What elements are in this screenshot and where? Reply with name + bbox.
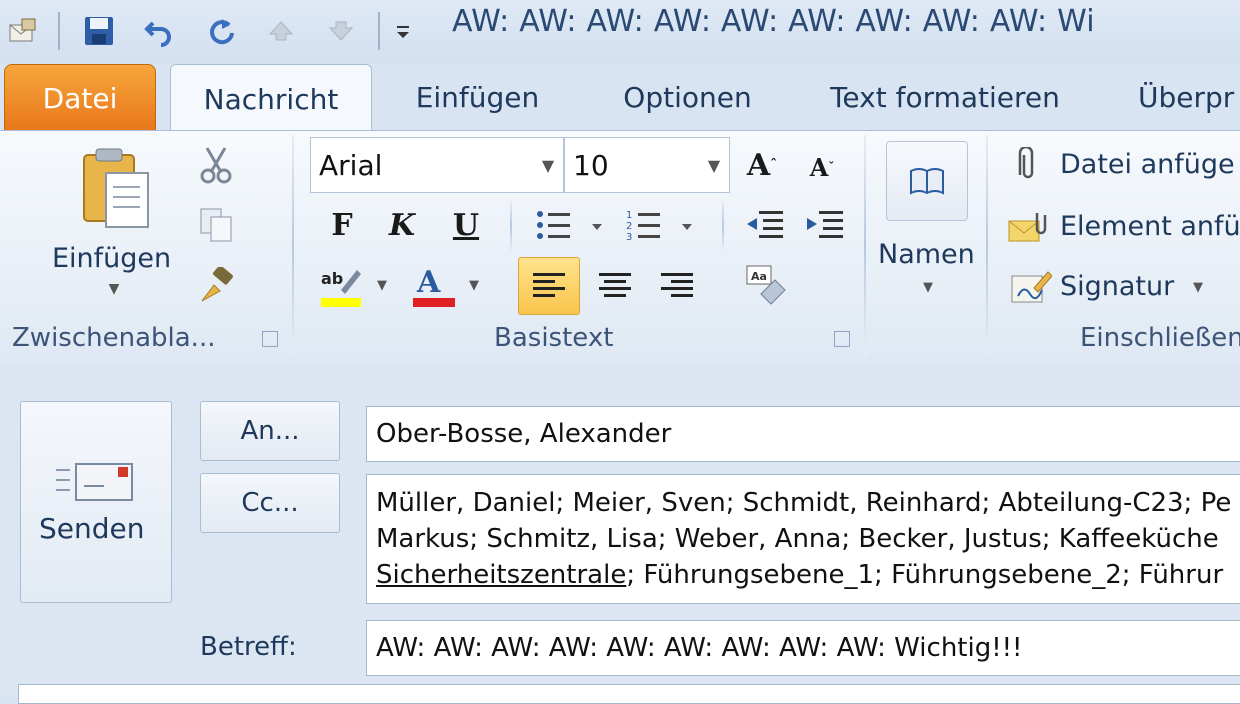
clipboard-group-label: Zwischenabla... <box>12 323 216 353</box>
attach-item-icon[interactable] <box>1006 207 1052 247</box>
send-icon <box>53 458 139 508</box>
cc-recipients-line: Sicherheitszentrale; Führungsebene_1; Fü… <box>376 557 1240 593</box>
to-button[interactable]: An... <box>200 401 340 461</box>
signature-button[interactable]: Signatur <box>1060 271 1174 302</box>
tab-datei[interactable]: Datei <box>4 64 156 132</box>
align-left-button[interactable] <box>518 257 580 315</box>
basic-text-launcher-icon[interactable] <box>834 331 850 347</box>
chevron-down-icon[interactable]: ▼ <box>464 275 484 295</box>
paste-icon[interactable] <box>76 143 156 233</box>
font-name-value: Arial <box>319 148 383 182</box>
svg-text:1: 1 <box>626 210 632 221</box>
title-bar: AW: AW: AW: AW: AW: AW: AW: AW: AW: Wi <box>0 0 1240 64</box>
svg-text:Aa: Aa <box>751 270 767 283</box>
paperclip-icon[interactable] <box>1010 145 1046 185</box>
tab-einfuegen[interactable]: Einfügen <box>395 64 560 130</box>
cc-recipients-line: Markus; Schmitz, Lisa; Weber, Anna; Beck… <box>376 524 1219 554</box>
next-icon[interactable] <box>324 14 358 48</box>
font-color-icon[interactable]: A <box>406 261 460 311</box>
paste-button-label[interactable]: Einfügen <box>52 243 171 274</box>
bold-button[interactable]: F <box>320 203 364 247</box>
cc-recipients-line: Müller, Daniel; Meier, Sven; Schmidt, Re… <box>376 488 1232 518</box>
subject-value: AW: AW: AW: AW: AW: AW: AW: AW: AW: Wich… <box>376 633 1023 663</box>
toolbar-separator <box>510 201 512 251</box>
chevron-down-icon: ▼ <box>707 155 721 175</box>
cc-recipients-text: ; Führungsebene_1; Führungsebene_2; Führ… <box>626 560 1224 590</box>
align-right-button[interactable] <box>650 257 704 315</box>
to-recipient: Ober-Bosse, Alexander <box>376 419 672 449</box>
ribbon-tabs: Datei Nachricht Einfügen Optionen Text f… <box>0 64 1240 133</box>
to-field[interactable]: Ober-Bosse, Alexander <box>366 406 1240 462</box>
outlook-icon[interactable] <box>6 14 40 48</box>
increase-indent-icon[interactable] <box>800 203 850 247</box>
italic-button[interactable]: K <box>380 203 424 247</box>
chevron-down-icon[interactable]: ▼ <box>372 275 392 295</box>
subject-label: Betreff: <box>200 632 297 662</box>
svg-text:A: A <box>416 265 441 300</box>
paste-dropdown-icon[interactable]: ▼ <box>104 279 124 299</box>
underline-button[interactable]: U <box>444 203 488 247</box>
font-size-select[interactable]: 10 ▼ <box>564 137 730 193</box>
undo-icon[interactable] <box>142 14 176 48</box>
compose-header: Senden An... Cc... Ober-Bosse, Alexander… <box>0 364 1240 704</box>
numbered-list-icon[interactable]: 123 <box>620 203 700 247</box>
svg-text:ab: ab <box>321 269 343 288</box>
toolbar-separator <box>58 12 60 50</box>
chevron-down-icon[interactable]: ▼ <box>918 277 938 297</box>
send-button-label: Senden <box>39 512 145 545</box>
copy-icon[interactable] <box>196 205 236 245</box>
send-button[interactable]: Senden <box>20 401 172 603</box>
cc-recipient-link[interactable]: Sicherheitszentrale <box>376 560 626 590</box>
message-body[interactable] <box>18 684 1240 704</box>
tab-text-formatieren[interactable]: Text formatieren <box>815 64 1075 130</box>
shrink-font-icon[interactable]: Aˇ <box>800 145 844 189</box>
bullet-list-icon[interactable] <box>530 203 610 247</box>
format-painter-icon[interactable] <box>196 265 238 307</box>
group-separator <box>986 135 988 357</box>
font-name-select[interactable]: Arial ▼ <box>310 137 564 193</box>
subject-field[interactable]: AW: AW: AW: AW: AW: AW: AW: AW: AW: Wich… <box>366 620 1240 676</box>
clipboard-launcher-icon[interactable] <box>262 331 278 347</box>
svg-text:2: 2 <box>626 221 632 232</box>
chevron-down-icon[interactable]: ▼ <box>1188 277 1208 297</box>
save-icon[interactable] <box>82 14 116 48</box>
clear-formatting-icon[interactable]: Aa <box>738 259 792 313</box>
font-size-value: 10 <box>573 148 609 182</box>
group-separator <box>292 135 294 357</box>
tab-nachricht[interactable]: Nachricht <box>170 64 372 133</box>
grow-font-icon[interactable]: Aˆ <box>740 143 784 187</box>
names-button-label[interactable]: Namen <box>878 239 975 270</box>
cc-button[interactable]: Cc... <box>200 473 340 533</box>
toolbar-separator <box>722 201 724 251</box>
cc-field[interactable]: Müller, Daniel; Meier, Sven; Schmidt, Re… <box>366 474 1240 604</box>
attach-item-button[interactable]: Element anfü <box>1060 211 1240 242</box>
cut-icon[interactable] <box>196 145 236 185</box>
previous-icon[interactable] <box>264 14 298 48</box>
tab-ueberpruefen[interactable]: Überpr <box>1120 64 1240 130</box>
attach-file-button[interactable]: Datei anfüge <box>1060 149 1235 180</box>
chevron-down-icon: ▼ <box>541 155 555 175</box>
svg-text:3: 3 <box>626 232 632 243</box>
tab-optionen[interactable]: Optionen <box>600 64 775 130</box>
address-book-icon[interactable] <box>886 141 968 221</box>
decrease-indent-icon[interactable] <box>740 203 790 247</box>
align-center-button[interactable] <box>588 257 642 315</box>
toolbar-separator <box>378 12 380 50</box>
redo-icon[interactable] <box>204 14 238 48</box>
include-group-label: Einschließen <box>1080 323 1240 353</box>
basic-text-group-label: Basistext <box>494 323 614 353</box>
window-title: AW: AW: AW: AW: AW: AW: AW: AW: AW: Wi <box>452 4 1095 39</box>
highlight-color-icon[interactable]: ab <box>316 261 366 311</box>
ribbon: Einfügen ▼ Zwischenabla... Arial ▼ 10 ▼ … <box>0 130 1240 365</box>
customize-toolbar-icon[interactable] <box>386 14 420 48</box>
group-separator <box>864 135 866 357</box>
signature-icon[interactable] <box>1008 267 1054 307</box>
